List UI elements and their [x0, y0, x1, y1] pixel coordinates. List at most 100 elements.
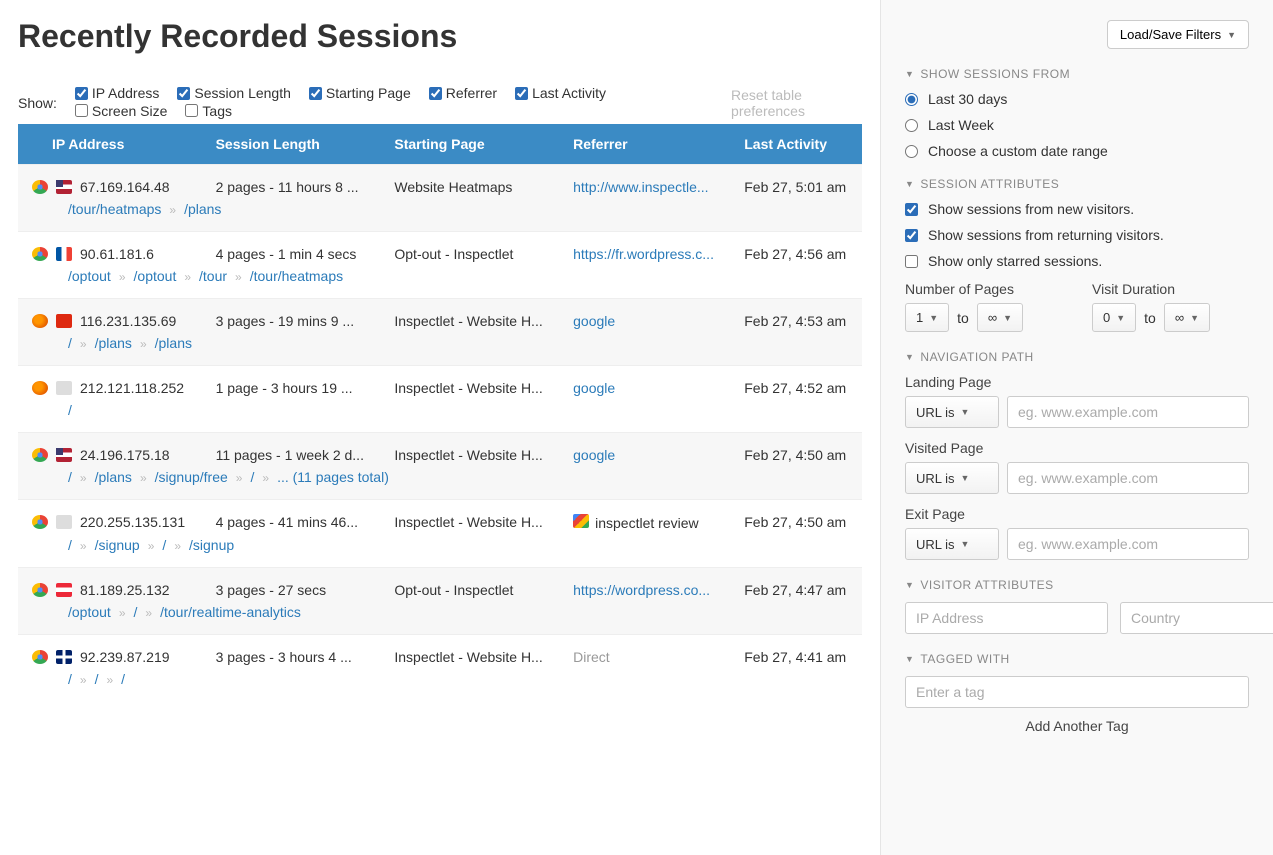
flag-icon [56, 381, 72, 395]
column-header[interactable]: IP Address [18, 124, 202, 165]
last-activity: Feb 27, 4:50 am [730, 433, 862, 470]
checkbox[interactable] [185, 104, 198, 117]
column-toggle-screen[interactable]: Screen Size [75, 103, 167, 119]
path-segment[interactable]: / [68, 671, 72, 687]
landing-page-input[interactable] [1007, 396, 1249, 428]
column-header[interactable]: Referrer [559, 124, 730, 165]
section-tagged-with[interactable]: ▼ TAGGED WITH [905, 652, 1249, 666]
table-row[interactable]: 220.255.135.1314 pages - 41 mins 46...In… [18, 500, 862, 538]
path-segment[interactable]: / [134, 604, 138, 620]
table-row[interactable]: 92.239.87.2193 pages - 3 hours 4 ...Insp… [18, 635, 862, 672]
section-session-attributes[interactable]: ▼ SESSION ATTRIBUTES [905, 177, 1249, 191]
session-attr-option[interactable]: Show sessions from returning visitors. [905, 227, 1249, 243]
path-segment[interactable]: /tour/heatmaps [68, 201, 161, 217]
column-header[interactable]: Session Length [202, 124, 381, 165]
visitor-country-input[interactable] [1120, 602, 1273, 634]
checkbox[interactable] [905, 255, 918, 268]
visited-page-input[interactable] [1007, 462, 1249, 494]
path-segment[interactable]: /signup [189, 537, 234, 553]
radio[interactable] [905, 93, 918, 106]
landing-page-label: Landing Page [905, 374, 1249, 390]
path-segment[interactable]: / [68, 335, 72, 351]
column-toggle-length[interactable]: Session Length [177, 85, 291, 101]
column-toggle-last[interactable]: Last Activity [515, 85, 606, 101]
path-segment[interactable]: /signup/free [155, 469, 228, 485]
path-segment[interactable]: / [250, 469, 254, 485]
table-row[interactable]: 24.196.175.1811 pages - 1 week 2 d...Ins… [18, 433, 862, 470]
exit-page-input[interactable] [1007, 528, 1249, 560]
column-toggle-tags[interactable]: Tags [185, 103, 232, 119]
column-toggle-ip[interactable]: IP Address [75, 85, 159, 101]
session-length: 1 page - 3 hours 19 ... [202, 366, 381, 403]
path-segment[interactable]: /tour [199, 268, 227, 284]
path-segment[interactable]: /plans [184, 201, 221, 217]
column-toggle-start[interactable]: Starting Page [309, 85, 411, 101]
section-visitor-attributes[interactable]: ▼ VISITOR ATTRIBUTES [905, 578, 1249, 592]
session-attr-option[interactable]: Show sessions from new visitors. [905, 201, 1249, 217]
referrer[interactable]: google [573, 313, 615, 329]
reset-table-link[interactable]: Reset table preferences [731, 87, 862, 119]
checkbox[interactable] [905, 229, 918, 242]
referrer[interactable]: http://www.inspectle... [573, 179, 708, 195]
referrer[interactable]: google [573, 380, 615, 396]
path-segment[interactable]: /plans [95, 335, 132, 351]
table-row[interactable]: 81.189.25.1323 pages - 27 secsOpt-out - … [18, 568, 862, 605]
visitor-ip-input[interactable] [905, 602, 1108, 634]
duration-to-select[interactable]: ∞▼ [1164, 303, 1210, 332]
path-segment[interactable]: /tour/realtime-analytics [160, 604, 301, 620]
path-segment[interactable]: / [121, 671, 125, 687]
checkbox[interactable] [905, 203, 918, 216]
column-header[interactable]: Last Activity [730, 124, 862, 165]
flag-icon [56, 515, 72, 529]
path-segment[interactable]: / [68, 537, 72, 553]
path-segment[interactable]: / [95, 671, 99, 687]
session-attr-option[interactable]: Show only starred sessions. [905, 253, 1249, 269]
flag-icon [56, 314, 72, 328]
table-row[interactable]: 90.61.181.64 pages - 1 min 4 secsOpt-out… [18, 232, 862, 269]
path-segment[interactable]: /signup [95, 537, 140, 553]
path-segment[interactable]: /optout [68, 604, 111, 620]
radio[interactable] [905, 145, 918, 158]
path-segment[interactable]: /optout [68, 268, 111, 284]
column-toggle-ref[interactable]: Referrer [429, 85, 497, 101]
pages-to-select[interactable]: ∞▼ [977, 303, 1023, 332]
path-segment[interactable]: / [68, 469, 72, 485]
date-range-option[interactable]: Choose a custom date range [905, 143, 1249, 159]
section-navigation-path[interactable]: ▼ NAVIGATION PATH [905, 350, 1249, 364]
duration-from-select[interactable]: 0▼ [1092, 303, 1136, 332]
section-show-sessions-from[interactable]: ▼ SHOW SESSIONS FROM [905, 67, 1249, 81]
checkbox[interactable] [75, 87, 88, 100]
load-save-filters-button[interactable]: Load/Save Filters▼ [1107, 20, 1249, 49]
checkbox[interactable] [429, 87, 442, 100]
add-another-tag-link[interactable]: Add Another Tag [905, 718, 1249, 734]
checkbox[interactable] [75, 104, 88, 117]
table-row[interactable]: 67.169.164.482 pages - 11 hours 8 ...Web… [18, 165, 862, 202]
chevron-right-icon: » [80, 539, 87, 553]
visited-url-mode-select[interactable]: URL is▼ [905, 462, 999, 494]
referrer[interactable]: https://wordpress.co... [573, 582, 710, 598]
column-header[interactable]: Starting Page [380, 124, 559, 165]
path-segment[interactable]: ... (11 pages total) [277, 469, 389, 485]
path-segment[interactable]: / [162, 537, 166, 553]
radio[interactable] [905, 119, 918, 132]
path-segment[interactable]: /optout [134, 268, 177, 284]
column-toggle-label: IP Address [92, 85, 159, 101]
date-range-option[interactable]: Last 30 days [905, 91, 1249, 107]
referrer[interactable]: https://fr.wordpress.c... [573, 246, 714, 262]
checkbox[interactable] [515, 87, 528, 100]
tag-input[interactable] [905, 676, 1249, 708]
column-toggle-label: Referrer [446, 85, 497, 101]
referrer[interactable]: google [573, 447, 615, 463]
table-row[interactable]: 212.121.118.2521 page - 3 hours 19 ...In… [18, 366, 862, 403]
date-range-option[interactable]: Last Week [905, 117, 1249, 133]
path-segment[interactable]: /plans [95, 469, 132, 485]
exit-url-mode-select[interactable]: URL is▼ [905, 528, 999, 560]
checkbox[interactable] [309, 87, 322, 100]
checkbox[interactable] [177, 87, 190, 100]
pages-from-select[interactable]: 1▼ [905, 303, 949, 332]
landing-url-mode-select[interactable]: URL is▼ [905, 396, 999, 428]
path-segment[interactable]: / [68, 402, 72, 418]
path-segment[interactable]: /plans [155, 335, 192, 351]
path-segment[interactable]: /tour/heatmaps [250, 268, 343, 284]
table-row[interactable]: 116.231.135.693 pages - 19 mins 9 ...Ins… [18, 299, 862, 336]
